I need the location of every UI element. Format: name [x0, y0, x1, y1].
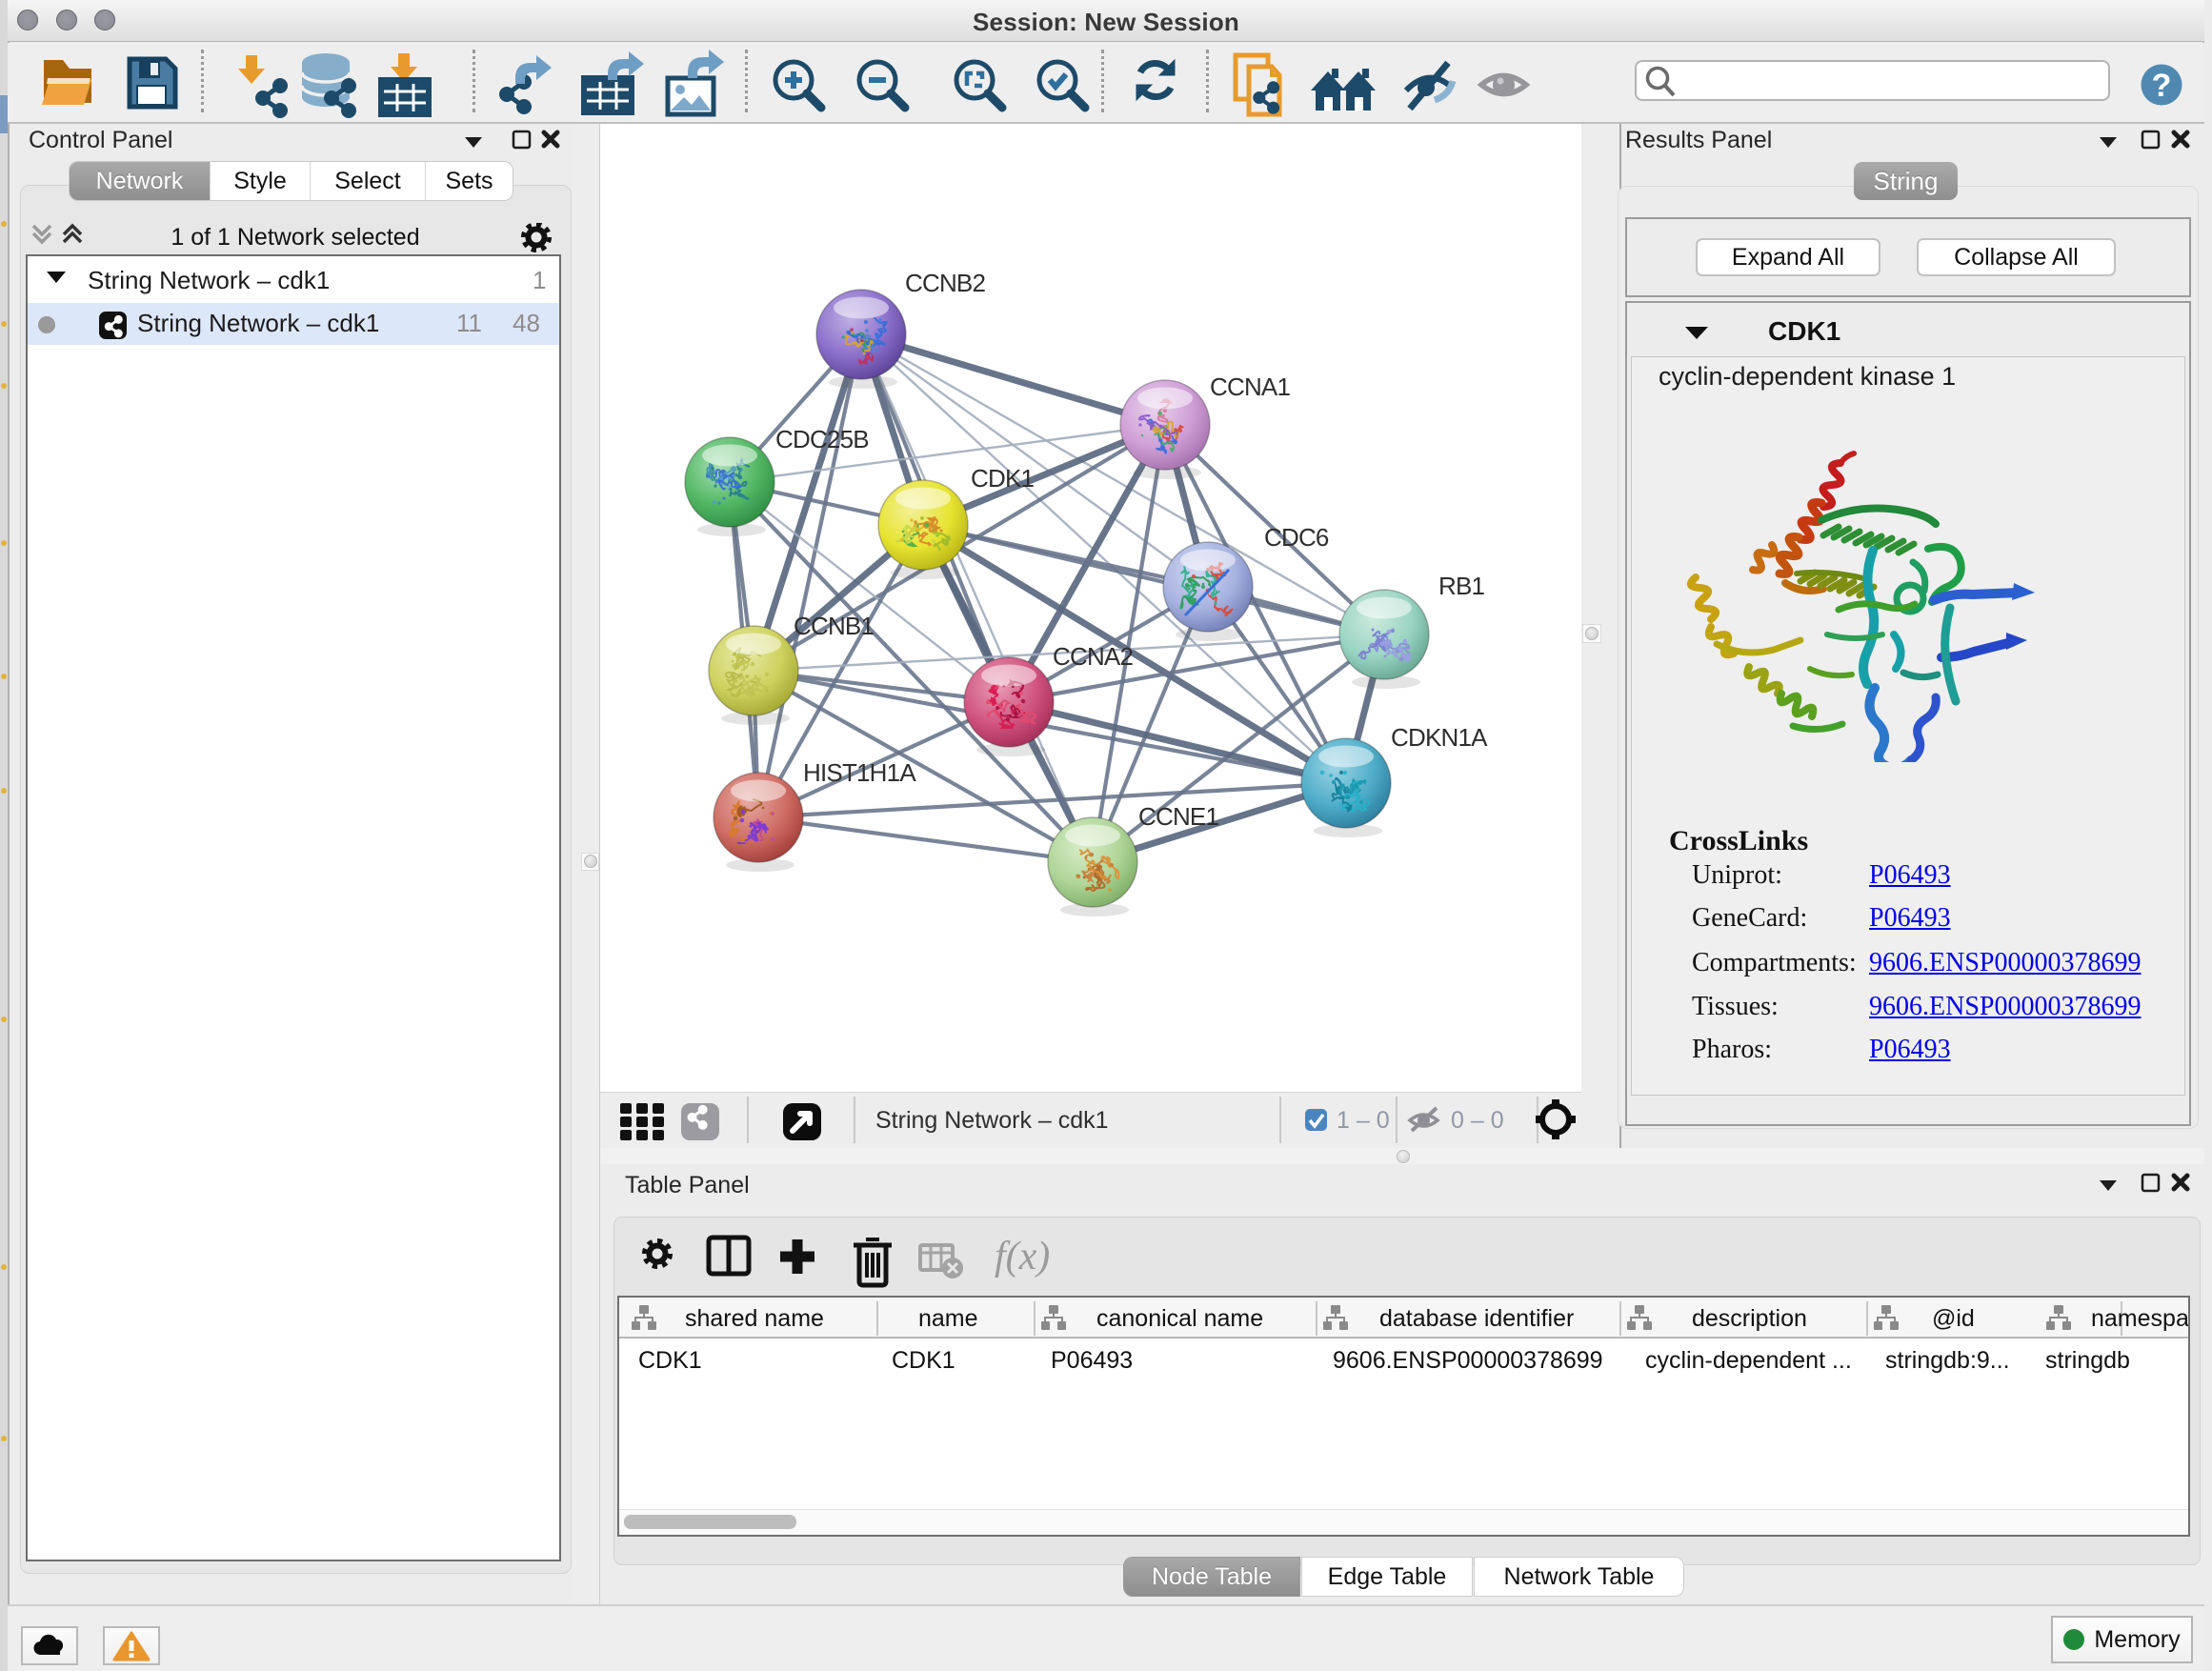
svg-text:CCNE1: CCNE1 [1138, 802, 1218, 831]
svg-text:name: name [918, 1305, 978, 1332]
svg-text:CCNB1: CCNB1 [794, 612, 874, 640]
svg-text:description: description [1692, 1305, 1807, 1332]
svg-text:0 – 0: 0 – 0 [1451, 1107, 1504, 1134]
svg-text:1 – 0: 1 – 0 [1337, 1107, 1390, 1134]
svg-text:database identifier: database identifier [1379, 1305, 1574, 1332]
svg-text:String Network – cdk1: String Network – cdk1 [875, 1107, 1109, 1134]
svg-text:namespace: namespace [2091, 1305, 2188, 1332]
svg-text:CDKN1A: CDKN1A [1391, 723, 1488, 752]
svg-text:@id: @id [1932, 1305, 1975, 1332]
svg-text:CCNB2: CCNB2 [905, 269, 985, 297]
svg-text:CDC25B: CDC25B [775, 425, 869, 453]
svg-text:RB1: RB1 [1438, 572, 1485, 600]
svg-text:CDK1: CDK1 [971, 464, 1034, 493]
svg-text:f(x): f(x) [995, 1235, 1050, 1278]
svg-text:CDC6: CDC6 [1264, 523, 1329, 552]
svg-text:CCNA1: CCNA1 [1210, 372, 1290, 401]
svg-text:canonical name: canonical name [1096, 1305, 1263, 1332]
svg-text:HIST1H1A: HIST1H1A [803, 758, 916, 787]
svg-text:shared name: shared name [685, 1305, 824, 1332]
svg-text:CCNA2: CCNA2 [1053, 642, 1133, 671]
svg-text:?: ? [2152, 68, 2172, 104]
